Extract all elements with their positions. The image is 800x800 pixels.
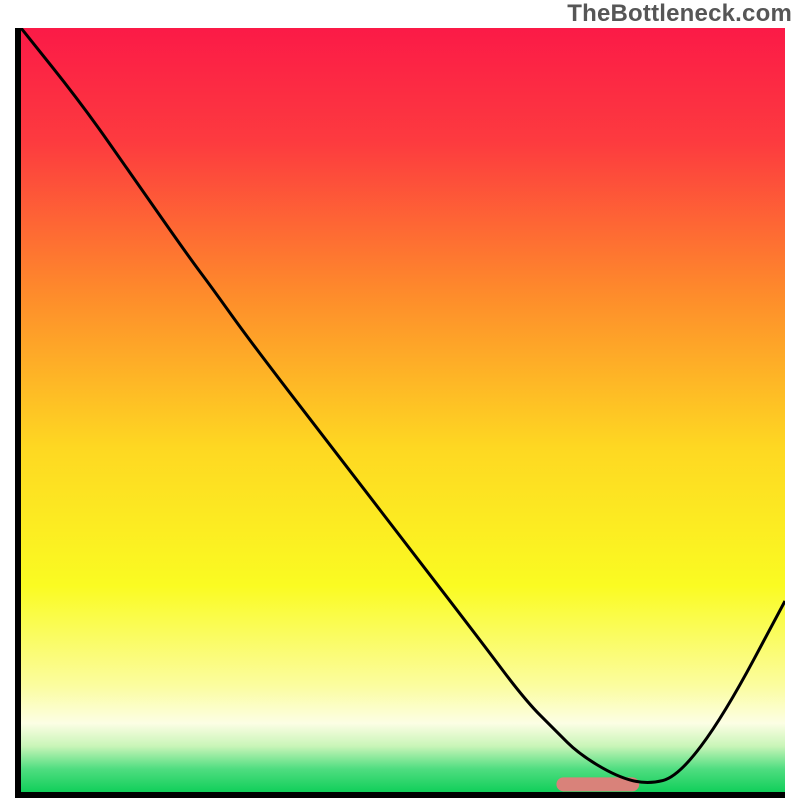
axes bbox=[15, 28, 785, 798]
plot-area bbox=[21, 28, 785, 792]
chart-frame: TheBottleneck.com bbox=[0, 0, 800, 800]
attribution-label: TheBottleneck.com bbox=[567, 0, 792, 28]
heat-gradient-background bbox=[21, 28, 785, 792]
